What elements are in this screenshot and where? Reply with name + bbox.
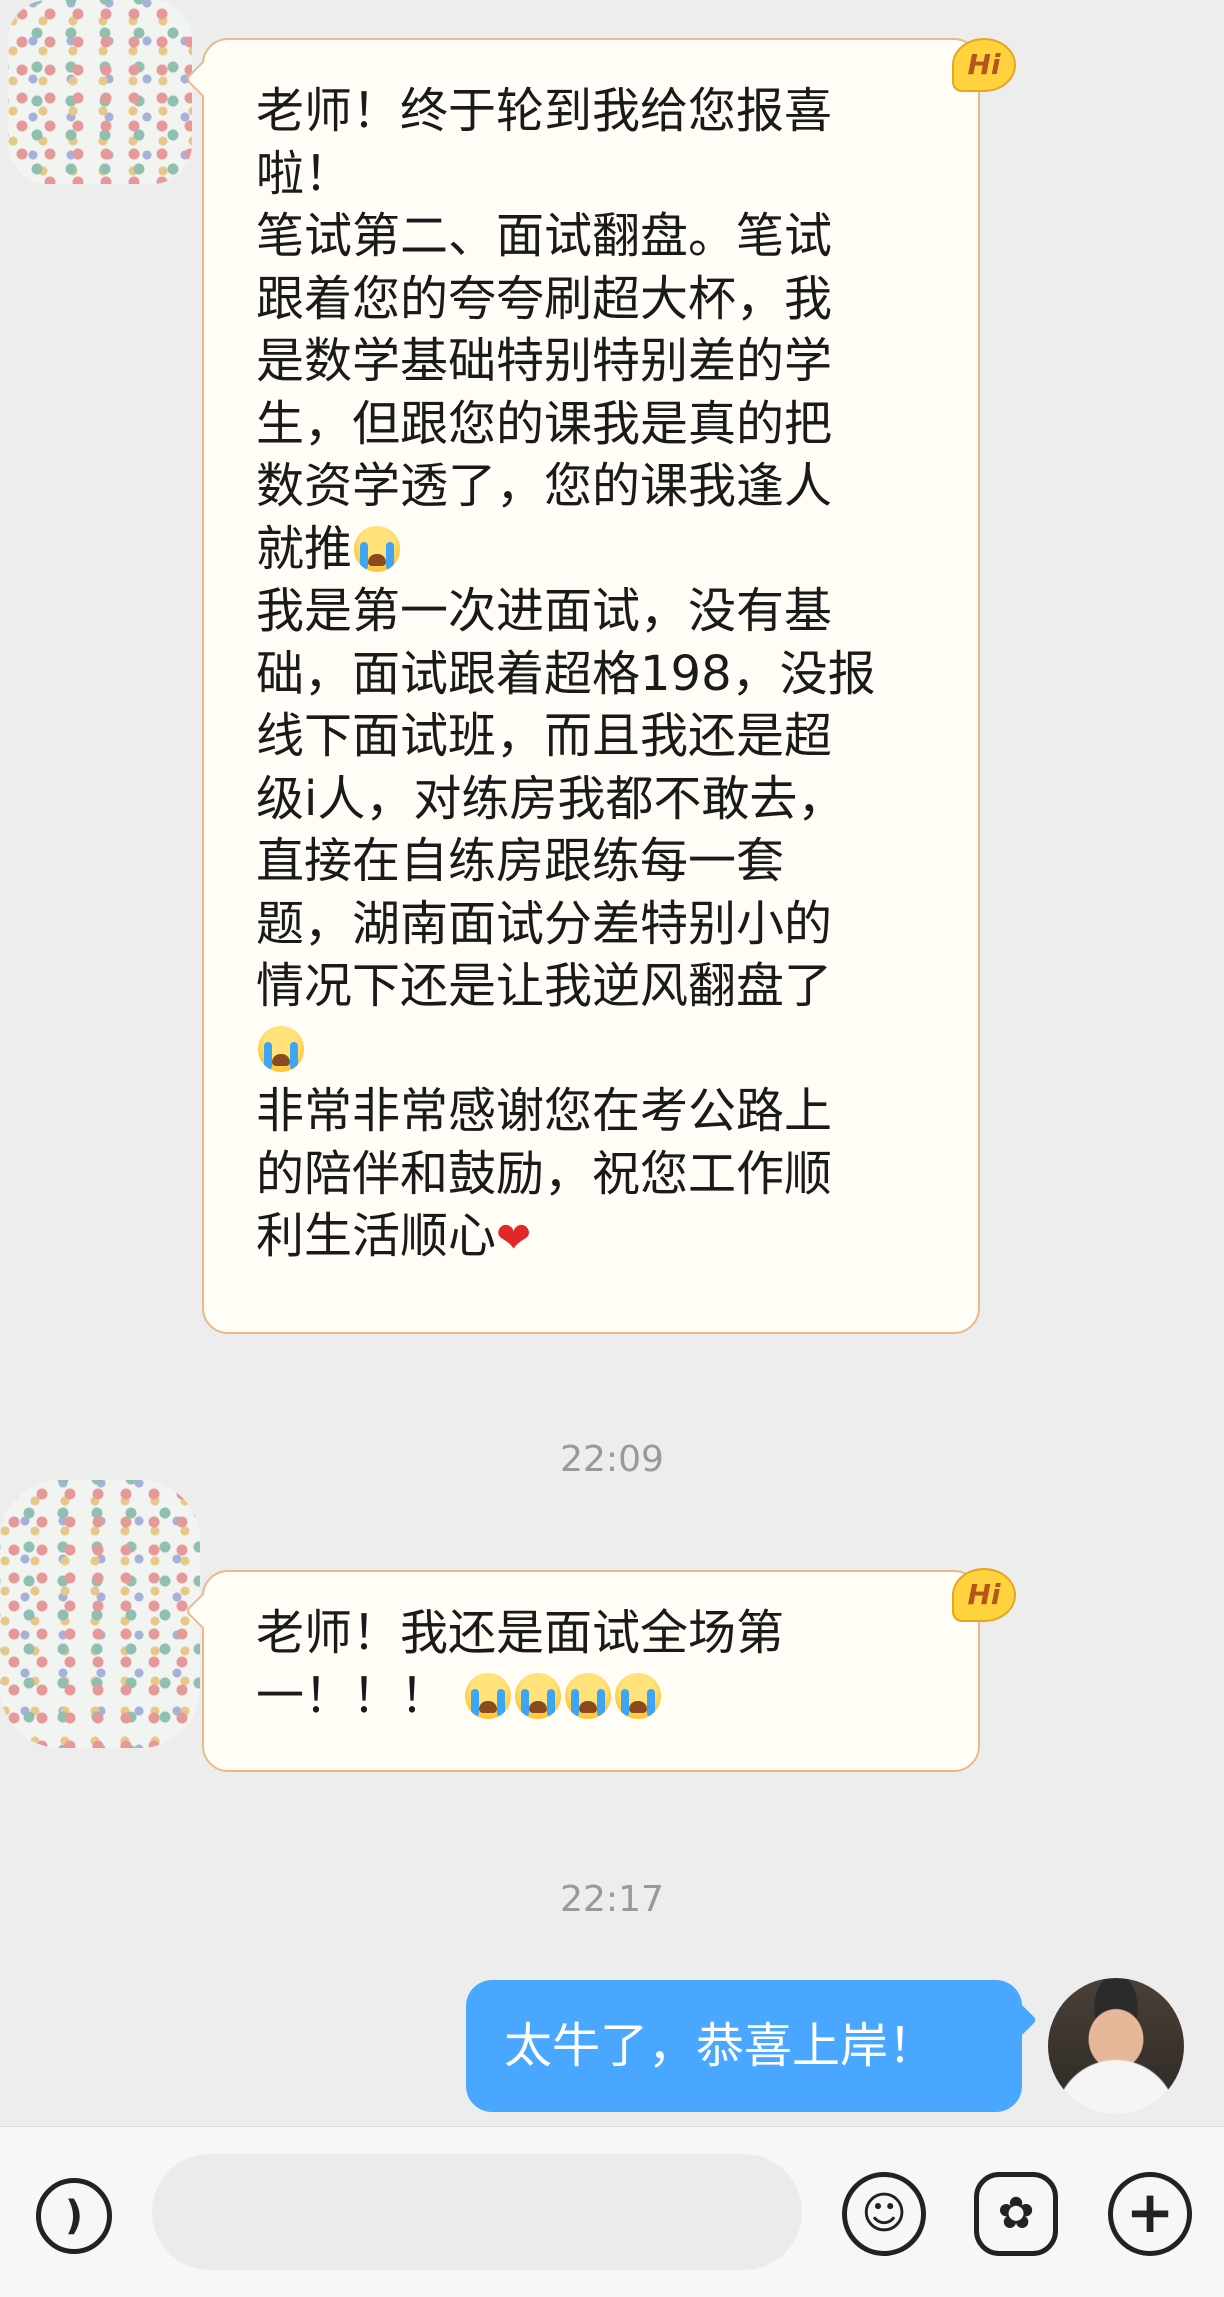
crying-emoji-icon [515,1672,562,1719]
my-message-bubble[interactable]: 太牛了，恭喜上岸！ [466,1980,1037,2112]
my-avatar[interactable] [1048,1978,1184,2114]
message-bubble[interactable]: 老师！终于轮到我给您报喜 啦！ 笔试第二、面试翻盘。笔试 跟着您的夸夸刷超大杯，… [184,38,980,1334]
hi-badge: Hi [952,1568,1016,1622]
contact-avatar[interactable] [0,1480,200,1748]
voice-icon[interactable]: ) [36,2178,112,2254]
contact-avatar[interactable] [8,0,192,184]
chat-area[interactable]: 老师！终于轮到我给您报喜 啦！ 笔试第二、面试翻盘。笔试 跟着您的夸夸刷超大杯，… [0,0,1224,2126]
crying-emoji-icon [354,525,401,572]
message-input[interactable] [152,2154,802,2270]
crying-emoji-icon [565,1672,612,1719]
crying-emoji-icon [258,1025,304,1072]
emoji-icon[interactable]: ☺ [842,2172,926,2256]
crying-emoji-icon [615,1672,662,1719]
message-bubble[interactable]: 老师！我还是面试全场第 一！！！ [184,1570,980,1772]
crying-emoji-icon [465,1672,512,1719]
heart-emoji-icon: ❤ [496,1213,532,1262]
bubble-tail [1003,2003,1037,2037]
message-text: 老师！我还是面试全场第 一！！！ [256,1605,785,1724]
plus-icon[interactable]: + [1108,2172,1192,2256]
timestamp: 22:17 [560,1879,664,1920]
timestamp: 22:09 [560,1439,664,1480]
hi-badge: Hi [952,38,1016,92]
my-message-text: 太牛了，恭喜上岸！ [504,2018,937,2074]
message-text: 老师！终于轮到我给您报喜 啦！ 笔试第二、面试翻盘。笔试 跟着您的夸夸刷超大杯，… [256,80,932,1270]
sticker-icon[interactable]: ✿ [974,2172,1058,2256]
